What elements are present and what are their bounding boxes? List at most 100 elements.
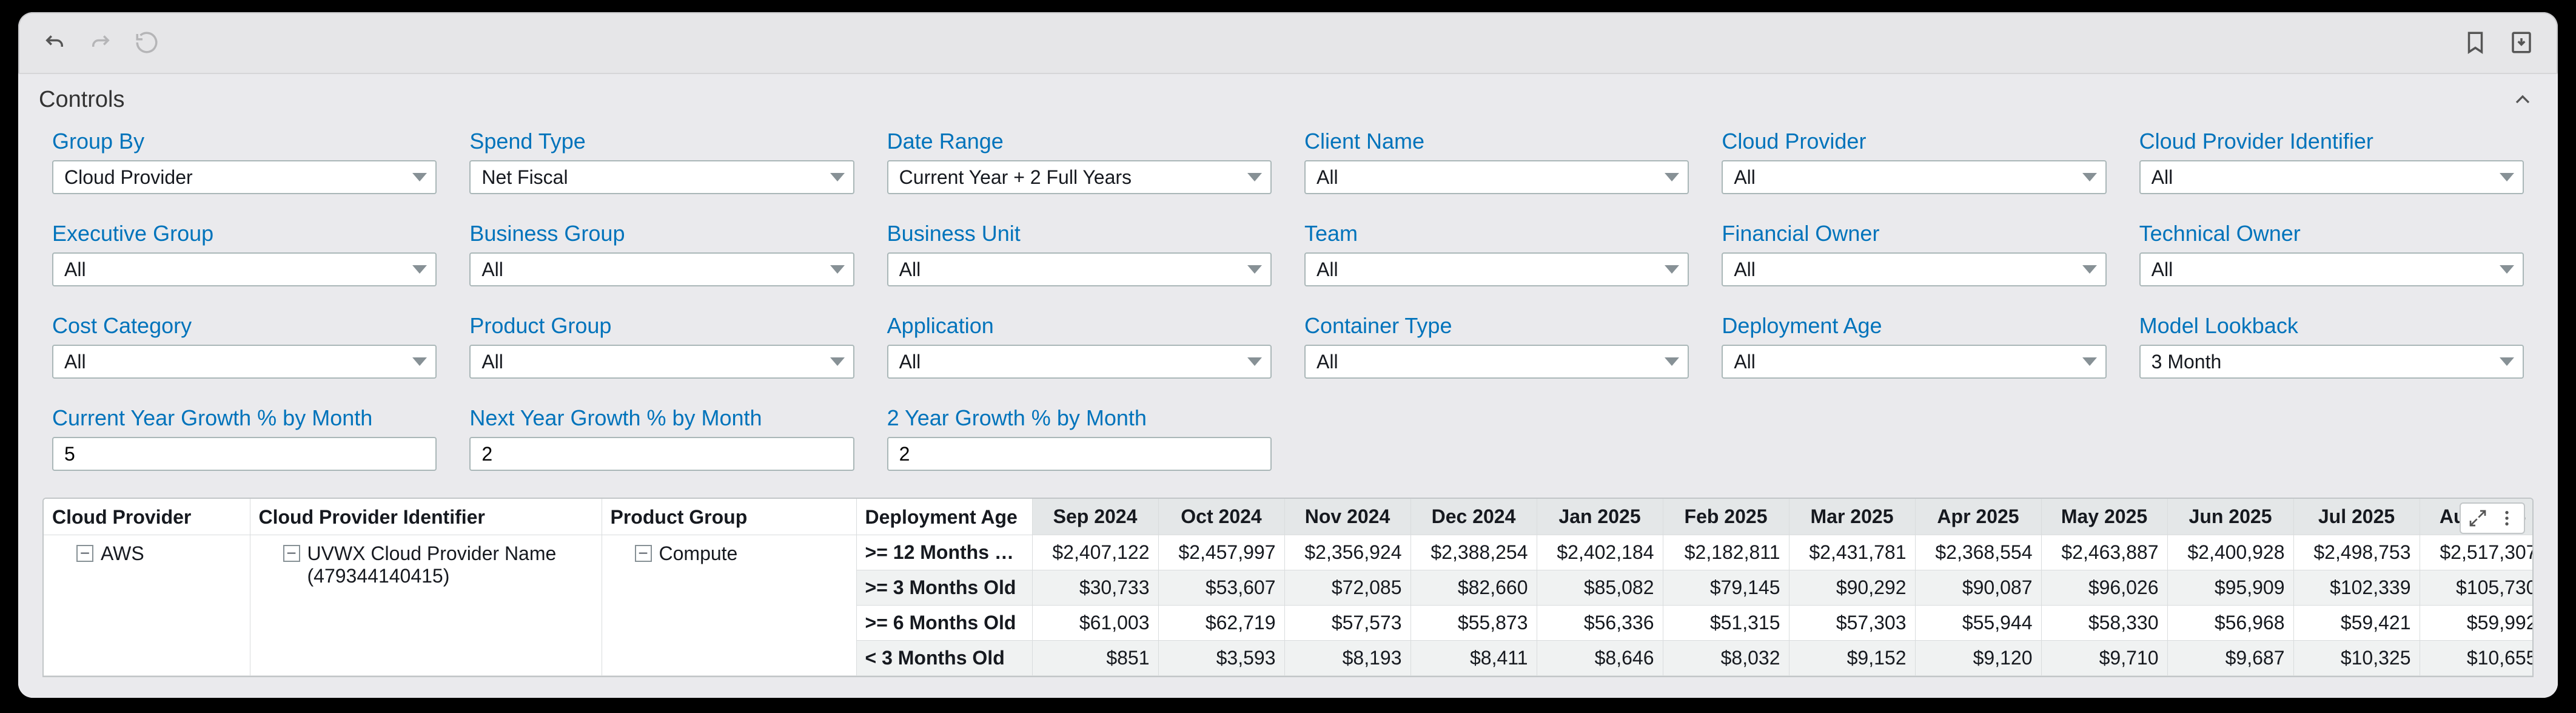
- export-icon[interactable]: [2507, 28, 2536, 57]
- control-application: ApplicationAll: [887, 313, 1272, 379]
- month-header[interactable]: Mar 2025: [1789, 499, 1915, 535]
- value-cell: $3,593: [1158, 641, 1284, 676]
- value-cell: $79,145: [1663, 570, 1789, 606]
- content-area: Controls Group By Cloud Provider Spend Typ…: [18, 73, 2558, 698]
- executive-group-select[interactable]: All: [52, 252, 437, 286]
- select-value: All: [64, 259, 406, 281]
- month-header[interactable]: Jun 2025: [2167, 499, 2293, 535]
- control-label: Business Unit: [887, 221, 1272, 246]
- control-label: Next Year Growth % by Month: [469, 405, 854, 431]
- financial-owner-select[interactable]: All: [1722, 252, 2106, 286]
- column-header[interactable]: Cloud Provider Identifier: [250, 499, 602, 535]
- spend-type-select[interactable]: Net Fiscal: [469, 160, 854, 194]
- value-cell: $8,411: [1410, 641, 1537, 676]
- business-group-select[interactable]: All: [469, 252, 854, 286]
- month-header[interactable]: May 2025: [2041, 499, 2167, 535]
- column-header[interactable]: Cloud Provider: [44, 499, 250, 535]
- control-label: Financial Owner: [1722, 221, 2106, 246]
- column-header[interactable]: Product Group: [602, 499, 856, 535]
- chevron-down-icon: [1247, 173, 1262, 181]
- ny-growth-input[interactable]: [481, 443, 844, 465]
- product-group-value: Compute: [659, 542, 738, 564]
- control-cost-category: Cost Category All: [52, 313, 437, 379]
- pivot-table: Cloud ProviderCloud Provider IdentifierP…: [42, 498, 2534, 677]
- month-header[interactable]: Jul 2025: [2293, 499, 2420, 535]
- group-by-select[interactable]: Cloud Provider: [52, 160, 437, 194]
- chevron-down-icon: [1247, 265, 1262, 274]
- client-name-select[interactable]: All: [1304, 160, 1689, 194]
- collapse-icon[interactable]: −: [283, 545, 300, 562]
- month-header[interactable]: Jan 2025: [1537, 499, 1663, 535]
- chevron-down-icon: [1665, 265, 1679, 274]
- cloud-provider-id-select[interactable]: All: [2139, 160, 2524, 194]
- collapse-controls-button[interactable]: [2508, 85, 2537, 114]
- chevron-down-icon: [2082, 265, 2097, 274]
- maximize-icon[interactable]: [2466, 506, 2490, 530]
- select-value: All: [64, 351, 406, 373]
- select-value: All: [1317, 259, 1659, 281]
- month-header[interactable]: Dec 2024: [1410, 499, 1537, 535]
- value-cell: $82,660: [1410, 570, 1537, 606]
- control-client-name: Client NameAll: [1304, 129, 1689, 194]
- identifier-cell: −UVWX Cloud Provider Name (479344140415): [250, 535, 602, 676]
- deployment-age-select[interactable]: All: [1722, 345, 2106, 379]
- value-cell: $10,655: [2420, 641, 2534, 676]
- app-frame: Controls Group By Cloud Provider Spend Typ…: [18, 12, 2558, 698]
- product-group-select[interactable]: All: [469, 345, 854, 379]
- redo-icon: [86, 28, 115, 57]
- chevron-down-icon: [1247, 357, 1262, 366]
- controls-grid: Group By Cloud Provider Spend Type Net Fisc…: [18, 119, 2558, 498]
- team-select[interactable]: All: [1304, 252, 1689, 286]
- value-cell: $51,315: [1663, 606, 1789, 641]
- value-cell: $8,193: [1284, 641, 1410, 676]
- chevron-down-icon: [830, 265, 845, 274]
- value-cell: $10,325: [2293, 641, 2420, 676]
- application-select[interactable]: All: [887, 345, 1272, 379]
- chevron-down-icon: [2082, 357, 2097, 366]
- model-lookback-select[interactable]: 3 Month: [2139, 345, 2524, 379]
- y2-growth-input[interactable]: [899, 443, 1262, 465]
- control-product-group: Product GroupAll: [469, 313, 854, 379]
- control-label: Team: [1304, 221, 1689, 246]
- value-cell: $61,003: [1032, 606, 1158, 641]
- control-y2-growth: 2 Year Growth % by Month: [887, 405, 1272, 471]
- month-header[interactable]: Apr 2025: [1915, 499, 2041, 535]
- column-header[interactable]: Deployment Age: [856, 499, 1032, 535]
- undo-icon[interactable]: [40, 28, 69, 57]
- collapse-icon[interactable]: −: [76, 545, 93, 562]
- month-header[interactable]: Sep 2024: [1032, 499, 1158, 535]
- select-value: All: [481, 259, 823, 281]
- cloud-provider-select[interactable]: All: [1722, 160, 2106, 194]
- select-value: 3 Month: [2152, 351, 2494, 373]
- value-cell: $57,303: [1789, 606, 1915, 641]
- control-label: Cost Category: [52, 313, 437, 339]
- control-spend-type: Spend Type Net Fiscal: [469, 129, 854, 194]
- select-value: Net Fiscal: [481, 166, 823, 189]
- control-label: Spend Type: [469, 129, 854, 154]
- cost-category-select[interactable]: All: [52, 345, 437, 379]
- cy-growth-input[interactable]: [64, 443, 427, 465]
- container-type-select[interactable]: All: [1304, 345, 1689, 379]
- business-unit-select[interactable]: All: [887, 252, 1272, 286]
- month-header[interactable]: Oct 2024: [1158, 499, 1284, 535]
- month-header[interactable]: Feb 2025: [1663, 499, 1789, 535]
- select-value: All: [2152, 259, 2494, 281]
- controls-title: Controls: [39, 87, 125, 113]
- value-cell: $2,431,781: [1789, 535, 1915, 570]
- control-technical-owner: Technical OwnerAll: [2139, 221, 2524, 286]
- value-cell: $96,026: [2041, 570, 2167, 606]
- bookmark-icon[interactable]: [2461, 28, 2490, 57]
- kebab-menu-icon[interactable]: [2495, 506, 2519, 530]
- reset-icon: [132, 28, 161, 57]
- control-cloud-provider: Cloud ProviderAll: [1722, 129, 2106, 194]
- control-model-lookback: Model Lookback3 Month: [2139, 313, 2524, 379]
- technical-owner-select[interactable]: All: [2139, 252, 2524, 286]
- control-ny-growth: Next Year Growth % by Month: [469, 405, 854, 471]
- control-label: 2 Year Growth % by Month: [887, 405, 1272, 431]
- date-range-select[interactable]: Current Year + 2 Full Years: [887, 160, 1272, 194]
- collapse-icon[interactable]: −: [635, 545, 652, 562]
- control-label: Group By: [52, 129, 437, 154]
- value-cell: $59,992: [2420, 606, 2534, 641]
- month-header[interactable]: Nov 2024: [1284, 499, 1410, 535]
- select-value: All: [1734, 351, 2076, 373]
